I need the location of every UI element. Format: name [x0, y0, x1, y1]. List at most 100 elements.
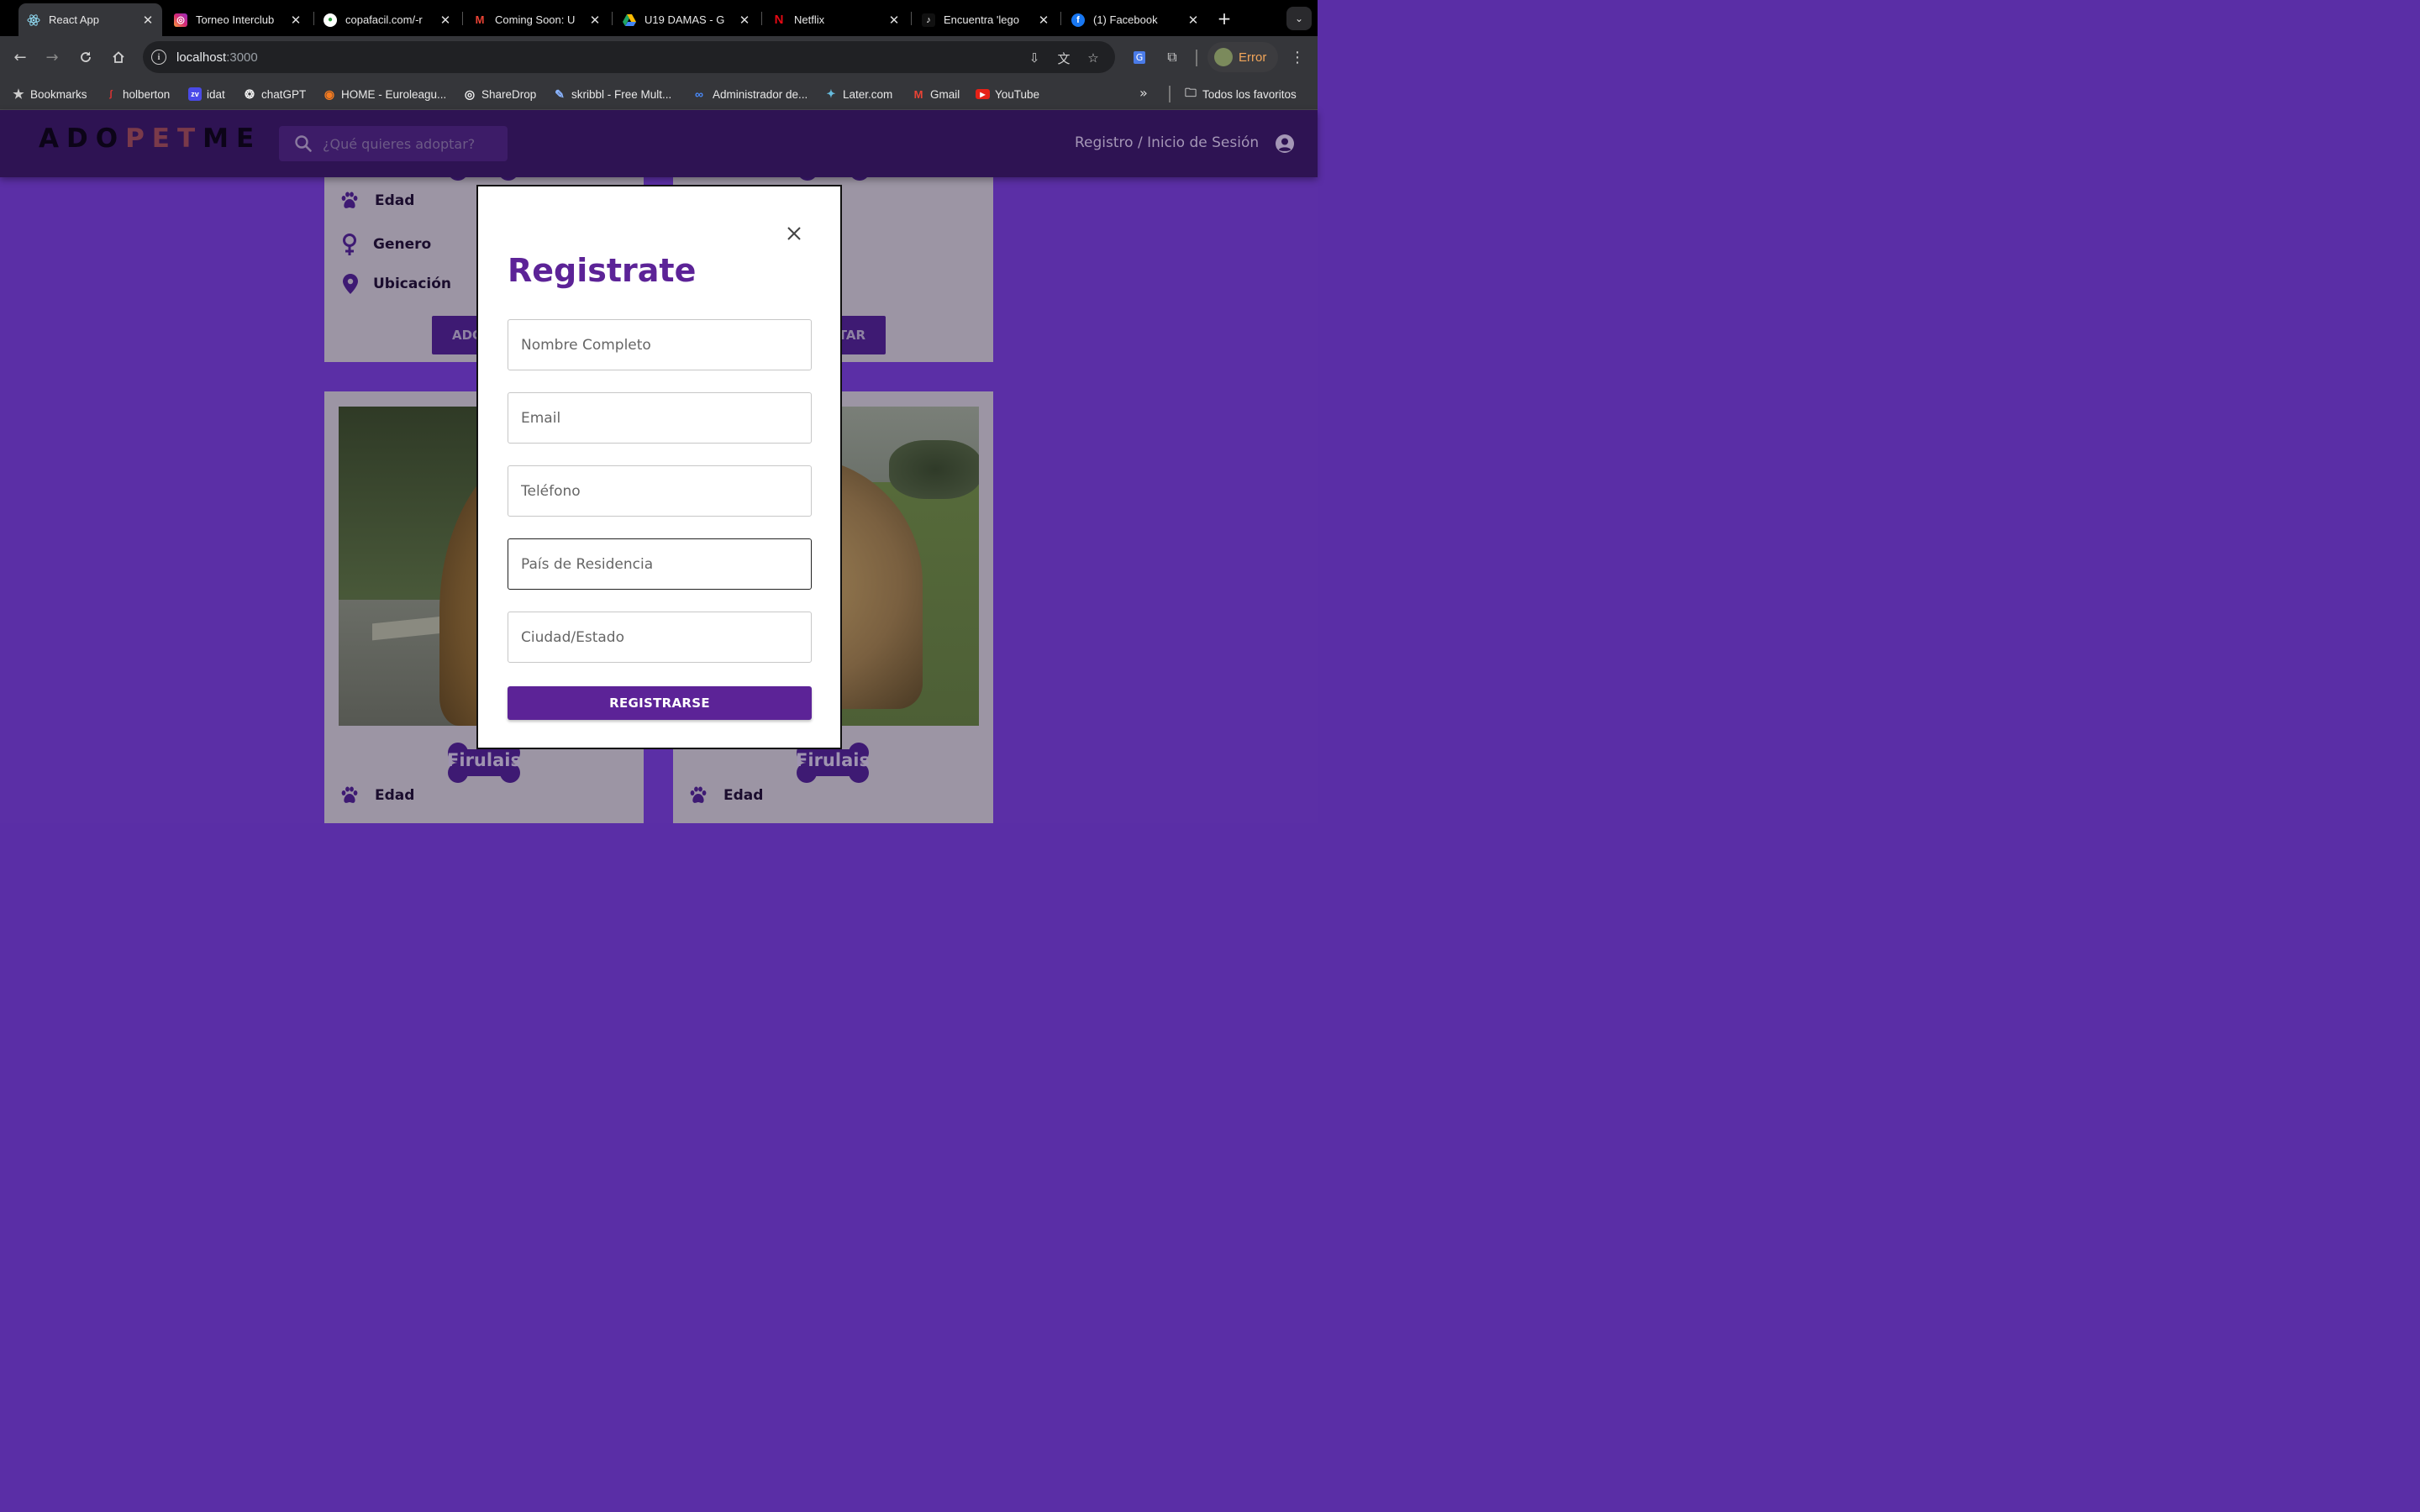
profile-button[interactable]: Error — [1207, 42, 1278, 72]
tab-gmail[interactable]: M Coming Soon: U ✕ — [465, 3, 609, 36]
new-tab-button[interactable]: + — [1215, 8, 1234, 29]
tab-close-icon[interactable]: ✕ — [1186, 13, 1201, 28]
pet-name: Firulais — [447, 750, 521, 770]
paw-icon — [341, 786, 358, 803]
tab-close-icon[interactable]: ✕ — [288, 13, 303, 28]
arrow-right-icon: → — [45, 48, 59, 66]
tab-react-app[interactable]: React App ✕ — [18, 3, 162, 36]
country-field[interactable] — [508, 538, 812, 590]
bookmark-item[interactable]: ❂ chatGPT — [243, 86, 306, 102]
bookmark-item[interactable]: ▶ YouTube — [976, 86, 1039, 102]
email-field[interactable] — [508, 392, 812, 444]
pet-search-input[interactable]: ¿Qué quieres adoptar? — [279, 126, 508, 161]
facebook-icon: f — [1071, 13, 1085, 27]
bookmark-item[interactable]: ∞ Administrador de... — [691, 86, 808, 102]
tab-close-icon[interactable]: ✕ — [587, 13, 602, 28]
modal-title: Registrate — [508, 252, 697, 289]
tab-google-drive[interactable]: U19 DAMAS - G ✕ — [614, 3, 759, 36]
adopt-button[interactable]: ADO — [432, 316, 483, 354]
skribbl-icon: ✎ — [555, 87, 565, 101]
google-translate-extension-icon[interactable]: G — [1129, 47, 1150, 67]
bookmark-item[interactable]: zv idat — [188, 86, 225, 102]
tab-separator — [911, 12, 912, 25]
city-state-field[interactable] — [508, 612, 812, 663]
idat-icon: zv — [188, 87, 202, 101]
pet-name: Firulais — [796, 750, 870, 770]
tab-close-icon[interactable]: ✕ — [737, 13, 752, 28]
full-name-input[interactable] — [508, 320, 811, 370]
tab-separator — [761, 12, 762, 25]
extensions-puzzle-icon[interactable]: ⧉ — [1162, 47, 1182, 67]
tab-title: U19 DAMAS - G — [644, 13, 725, 26]
tab-close-icon[interactable]: ✕ — [438, 13, 453, 28]
tab-separator — [462, 12, 463, 25]
bookmark-item[interactable]: ʃ holberton — [104, 86, 170, 102]
forward-button[interactable]: → — [41, 46, 63, 68]
back-button[interactable]: ← — [9, 46, 31, 68]
address-bar[interactable]: i localhost:3000 ⇩ 文 ☆ — [143, 41, 1115, 73]
pet-attr-location: Ubicación — [343, 274, 451, 294]
bookmark-item[interactable]: ◉ HOME - Euroleagu... — [323, 86, 446, 102]
search-placeholder: ¿Qué quieres adoptar? — [323, 135, 476, 152]
bookmarks-separator — [1169, 86, 1171, 102]
email-input[interactable] — [508, 393, 811, 443]
pet-attr-age: Edad — [688, 786, 763, 805]
home-button[interactable] — [108, 46, 129, 68]
translate-icon[interactable]: 文 — [1055, 50, 1072, 66]
country-input[interactable] — [508, 539, 811, 589]
tab-title: React App — [49, 13, 99, 26]
reload-icon — [81, 51, 91, 62]
tab-search-button[interactable]: ⌄ — [1286, 7, 1312, 30]
full-name-field[interactable] — [508, 319, 812, 370]
close-icon[interactable] — [784, 223, 804, 244]
reload-button[interactable] — [75, 46, 97, 68]
pet-attr-gender: Genero — [341, 233, 431, 256]
home-icon — [113, 51, 124, 63]
react-icon — [27, 13, 40, 27]
adopetme-logo[interactable]: ADOPETME — [39, 123, 261, 154]
tab-separator — [612, 12, 613, 25]
tab-title: Coming Soon: U — [495, 13, 576, 26]
bookmarks-overflow-icon[interactable]: » — [1139, 85, 1148, 101]
tab-close-icon[interactable]: ✕ — [140, 13, 155, 28]
holberton-icon: ʃ — [109, 89, 113, 99]
bookmark-star-icon[interactable]: ☆ — [1085, 50, 1102, 66]
sharedrop-icon: ◎ — [464, 87, 476, 101]
site-info-icon[interactable]: i — [151, 50, 166, 65]
tab-tiktok[interactable]: ♪ Encuentra 'lego ✕ — [913, 3, 1058, 36]
city-state-input[interactable] — [508, 612, 811, 662]
tab-close-icon[interactable]: ✕ — [1036, 13, 1051, 28]
tab-title: Torneo Interclub — [196, 13, 275, 26]
female-icon — [343, 234, 356, 255]
meta-icon: ∞ — [695, 87, 703, 101]
tab-close-icon[interactable]: ✕ — [886, 13, 902, 28]
bookmarks-bar: ★ Bookmarks ʃ holberton zv idat ❂ chatGPT ◉ H… — [0, 78, 1318, 110]
tab-separator — [313, 12, 314, 25]
all-bookmarks-folder[interactable]: 🗀 Todos los favoritos — [1184, 86, 1297, 102]
youtube-icon: ▶ — [976, 89, 990, 99]
bookmark-item[interactable]: ✦ Later.com — [824, 86, 893, 102]
tab-separator — [1060, 12, 1061, 25]
netflix-icon: N — [774, 13, 784, 27]
tiktok-icon: ♪ — [922, 13, 935, 27]
phone-input[interactable] — [508, 466, 811, 516]
bookmark-item[interactable]: ★ Bookmarks — [12, 86, 87, 102]
tab-title: Encuentra 'lego — [944, 13, 1019, 26]
euroleague-icon: ◉ — [324, 87, 335, 101]
register-login-link[interactable]: Registro / Inicio de Sesión — [1075, 134, 1259, 151]
phone-field[interactable] — [508, 465, 812, 517]
tab-copafacil[interactable]: ● copafacil.com/-r ✕ — [315, 3, 460, 36]
bookmark-item[interactable]: ◎ ShareDrop — [463, 86, 536, 102]
register-submit-button[interactable]: REGISTRARSE — [508, 686, 812, 720]
search-icon — [295, 135, 312, 152]
browser-toolbar: ← → i localhost:3000 ⇩ 文 ☆ G ⧉ Error ⋮ — [0, 36, 1318, 78]
bookmark-item[interactable]: ✎ skribbl - Free Mult... — [553, 86, 671, 102]
tab-facebook[interactable]: f (1) Facebook ✕ — [1063, 3, 1207, 36]
location-pin-icon — [343, 274, 358, 294]
tab-netflix[interactable]: N Netflix ✕ — [764, 3, 908, 36]
install-app-icon[interactable]: ⇩ — [1026, 50, 1043, 66]
user-account-icon[interactable] — [1275, 134, 1295, 154]
browser-menu-icon[interactable]: ⋮ — [1289, 49, 1306, 66]
bookmark-item[interactable]: M Gmail — [912, 86, 960, 102]
tab-instagram[interactable]: ◎ Torneo Interclub ✕ — [166, 3, 310, 36]
